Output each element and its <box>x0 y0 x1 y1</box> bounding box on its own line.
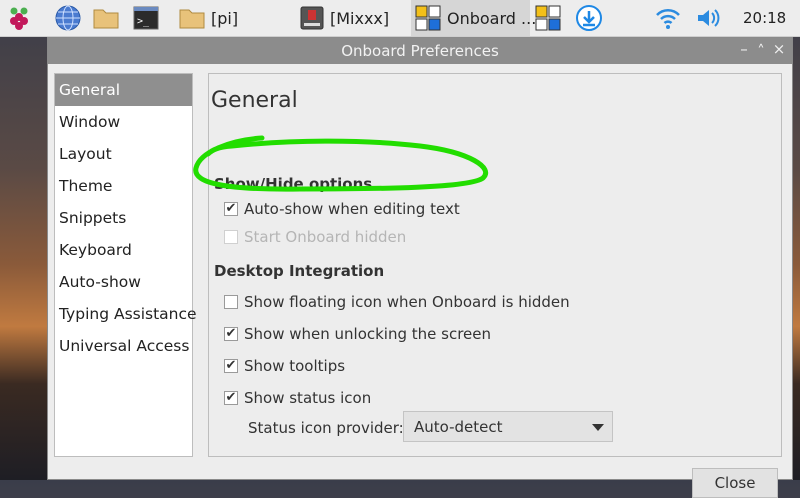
auto-show-label: Auto-show when editing text <box>244 200 460 218</box>
tooltips-checkbox[interactable]: ✔ <box>224 359 238 373</box>
floating-icon-label: Show floating icon when Onboard is hidde… <box>244 293 570 311</box>
status-provider-value: Auto-detect <box>414 418 503 436</box>
start-hidden-checkbox[interactable] <box>224 230 238 244</box>
floating-icon-checkbox[interactable] <box>224 295 238 309</box>
section-show-hide: Show/Hide options <box>214 175 373 193</box>
tooltips-checkbox-row[interactable]: ✔ Show tooltips <box>224 356 345 376</box>
unlock-screen-checkbox[interactable]: ✔ <box>224 327 238 341</box>
terminal-icon[interactable]: >_ <box>132 4 160 32</box>
sidebar-item-auto-show[interactable]: Auto-show <box>55 266 192 298</box>
folder-icon[interactable] <box>178 4 206 32</box>
unlock-screen-label: Show when unlocking the screen <box>244 325 492 343</box>
section-desktop-integration: Desktop Integration <box>214 262 385 280</box>
status-icon-checkbox[interactable]: ✔ <box>224 391 238 405</box>
maximize-icon[interactable]: ˄ <box>752 42 770 60</box>
taskbar: >_ [pi] [Mixxx] Onboard ... 20:18 <box>0 0 800 37</box>
globe-icon[interactable] <box>54 4 82 32</box>
status-icon-label: Show status icon <box>244 389 372 407</box>
floating-icon-checkbox-row[interactable]: Show floating icon when Onboard is hidde… <box>224 292 570 312</box>
volume-icon[interactable] <box>694 4 722 32</box>
chevron-down-icon <box>592 424 604 431</box>
svg-text:>_: >_ <box>137 16 150 27</box>
status-provider-select[interactable]: Auto-detect <box>403 411 613 442</box>
sidebar-item-keyboard[interactable]: Keyboard <box>55 234 192 266</box>
taskbar-label-mixxx[interactable]: [Mixxx] <box>330 9 389 28</box>
auto-show-checkbox[interactable]: ✔ <box>224 202 238 216</box>
unlock-screen-checkbox-row[interactable]: ✔ Show when unlocking the screen <box>224 324 491 344</box>
taskbar-label-onboard[interactable]: Onboard ... <box>447 9 536 28</box>
sidebar: General Window Layout Theme Snippets Key… <box>54 73 197 457</box>
sidebar-item-snippets[interactable]: Snippets <box>55 202 192 234</box>
general-panel: General Show/Hide options ✔ Auto-show wh… <box>208 73 782 457</box>
taskbar-label-pi[interactable]: [pi] <box>211 9 238 28</box>
sidebar-item-layout[interactable]: Layout <box>55 138 192 170</box>
tooltips-label: Show tooltips <box>244 357 346 375</box>
minimize-icon[interactable]: – <box>735 40 753 58</box>
sidebar-item-window[interactable]: Window <box>55 106 192 138</box>
sidebar-item-universal-access[interactable]: Universal Access <box>55 330 192 362</box>
wifi-icon[interactable] <box>654 4 682 32</box>
status-provider-label: Status icon provider: <box>248 419 404 437</box>
sidebar-item-theme[interactable]: Theme <box>55 170 192 202</box>
close-icon[interactable]: × <box>770 40 788 58</box>
auto-show-checkbox-row[interactable]: ✔ Auto-show when editing text <box>224 199 460 219</box>
page-title: General <box>211 88 298 113</box>
onboard-tray-icon[interactable] <box>534 4 562 32</box>
start-hidden-checkbox-row[interactable]: Start Onboard hidden <box>224 227 406 247</box>
clock: 20:18 <box>743 9 787 27</box>
download-icon[interactable] <box>575 4 603 32</box>
start-hidden-label: Start Onboard hidden <box>244 228 407 246</box>
sidebar-item-typing-assistance[interactable]: Typing Assistance <box>55 298 197 330</box>
status-icon-checkbox-row[interactable]: ✔ Show status icon <box>224 388 371 408</box>
preferences-window: Onboard Preferences – ˄ × General Window… <box>47 37 793 498</box>
close-button[interactable]: Close <box>692 468 778 498</box>
titlebar[interactable]: Onboard Preferences – ˄ × <box>48 38 792 64</box>
raspberry-menu-icon[interactable] <box>5 4 33 32</box>
window-title: Onboard Preferences <box>341 42 499 60</box>
sidebar-item-general[interactable]: General <box>55 74 192 106</box>
folder-icon[interactable] <box>92 4 120 32</box>
onboard-icon[interactable] <box>414 4 442 32</box>
mixxx-icon[interactable] <box>298 4 326 32</box>
